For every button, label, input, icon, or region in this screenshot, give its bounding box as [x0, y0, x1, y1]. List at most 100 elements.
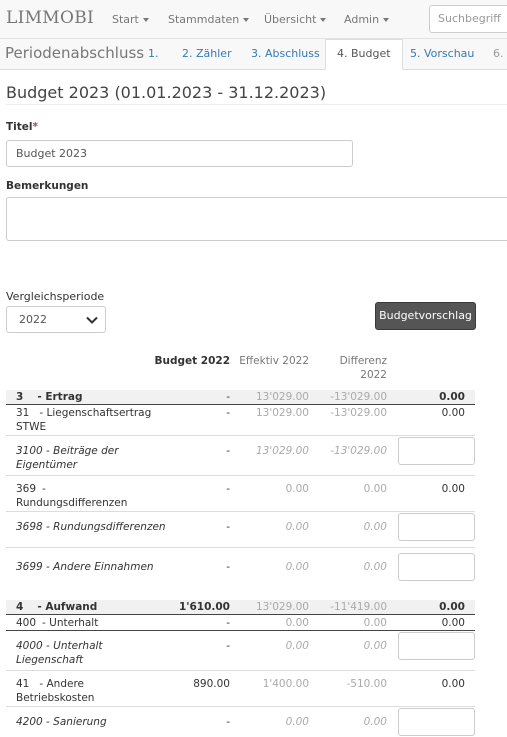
- cell-effektiv: 0.00: [285, 521, 309, 533]
- account-name: - Aufwand: [37, 601, 98, 613]
- cell-budget: 890.00: [193, 678, 230, 690]
- cell-differenz: 0.00: [363, 716, 387, 728]
- cell-budget: -: [226, 561, 230, 573]
- brand-logo[interactable]: LIMMOBI: [6, 8, 94, 28]
- cell-differenz: 0.00: [363, 561, 387, 573]
- row-divider: [6, 511, 475, 512]
- tab-step-4-budget[interactable]: 4. Budget: [325, 39, 403, 70]
- cell-budget-2023: 0.00: [441, 483, 465, 495]
- titel-label-text: Titel: [6, 121, 33, 133]
- row-divider: [6, 547, 475, 548]
- cell-budget-2023: 0.00: [441, 678, 465, 690]
- cell-budget-2023: 0.00: [439, 391, 465, 403]
- tab-step-2-zaehler[interactable]: 2. Zähler: [182, 47, 232, 60]
- account-number: 41: [16, 678, 30, 690]
- cell-budget: -: [226, 521, 230, 533]
- wizard-title: Periodenabschluss: [5, 44, 145, 62]
- header-differenz: Differenz 2022: [310, 354, 387, 382]
- nav-menu-admin-label: Admin: [344, 13, 380, 26]
- caret-down-icon: [320, 18, 327, 22]
- cell-effektiv: 0.00: [285, 617, 309, 629]
- nav-menu-start[interactable]: Start: [112, 13, 149, 26]
- cell-budget: -: [226, 445, 230, 457]
- table-row-name: 4 - Aufwand: [16, 600, 156, 614]
- account-number: 3: [16, 391, 24, 403]
- account-name: - Ertrag: [37, 391, 83, 403]
- cell-differenz: -13'029.00: [330, 391, 387, 403]
- table-row-name: 369- Rundungsdifferenzen: [16, 482, 156, 510]
- account-name: 4000 - Unterhalt: [16, 640, 103, 652]
- tab-step-5-vorschau[interactable]: 5. Vorschau: [410, 47, 474, 60]
- budget-input[interactable]: [398, 708, 475, 736]
- cell-effektiv: 0.00: [285, 561, 309, 573]
- header-budget: Budget 2022: [154, 355, 230, 367]
- account-name: - Unterhalt: [42, 617, 99, 629]
- cell-effektiv: 0.00: [285, 716, 309, 728]
- account-name-line2: Betriebskosten: [16, 692, 95, 704]
- cell-effektiv: 0.00: [285, 640, 309, 652]
- bemerkungen-textarea[interactable]: [6, 197, 507, 241]
- nav-menu-uebersicht[interactable]: Übersicht: [264, 13, 327, 26]
- cell-budget-2023: 0.00: [441, 407, 465, 419]
- cell-effektiv: 0.00: [285, 483, 309, 495]
- row-divider: [6, 630, 475, 631]
- account-number: 369: [16, 483, 37, 495]
- budget-input[interactable]: [398, 437, 475, 465]
- cell-differenz: 0.00: [363, 640, 387, 652]
- account-number: 400: [16, 617, 37, 629]
- budgetvorschlag-button[interactable]: Budgetvorschlag: [375, 302, 476, 330]
- account-name-line2: Rundungsdifferenzen: [16, 497, 128, 509]
- budget-input[interactable]: [398, 553, 475, 581]
- cell-budget: -: [226, 483, 230, 495]
- nav-menu-admin[interactable]: Admin: [344, 13, 390, 26]
- cell-effektiv: 13'029.00: [256, 407, 309, 419]
- tab-step-3-abschluss[interactable]: 3. Abschluss: [251, 47, 320, 60]
- account-name: 3100 - Beiträge der: [16, 445, 119, 457]
- group-row-divider: [6, 404, 475, 405]
- caret-down-icon: [142, 18, 149, 22]
- header-differenz-line1: Differenz: [339, 355, 387, 367]
- cell-budget: 1'610.00: [178, 601, 230, 613]
- header-differenz-line2: 2022: [360, 369, 387, 381]
- group-row-divider: [6, 614, 475, 615]
- page-title: Budget 2023 (01.01.2023 - 31.12.2023): [6, 83, 327, 102]
- title-divider: [6, 104, 507, 105]
- vergleichsperiode-value: 2022: [19, 313, 47, 326]
- search-input[interactable]: Suchbegriff: [429, 5, 507, 33]
- cell-effektiv: 13'029.00: [256, 445, 309, 457]
- wizard-tabbar: Periodenabschluss 1. 2. Zähler 3. Abschl…: [0, 39, 507, 70]
- cell-budget: -: [226, 391, 230, 403]
- caret-down-icon: [383, 18, 390, 22]
- account-number: 4: [16, 601, 24, 613]
- account-name: - Liegenschaftsertrag: [39, 407, 152, 419]
- cell-differenz: 0.00: [363, 617, 387, 629]
- cell-differenz: 0.00: [363, 483, 387, 495]
- row-divider: [6, 706, 475, 707]
- cell-budget-2023: 0.00: [441, 617, 465, 629]
- top-navbar: LIMMOBI Start Stammdaten Übersicht Admin…: [0, 0, 507, 39]
- cell-budget: -: [226, 407, 230, 419]
- row-divider: [6, 475, 475, 476]
- cell-budget: -: [226, 716, 230, 728]
- table-row-name: 3100 - Beiträge der Eigentümer: [16, 444, 156, 472]
- cell-differenz: -13'029.00: [330, 407, 387, 419]
- vergleichsperiode-select[interactable]: 2022: [6, 306, 106, 333]
- cell-differenz: -11'419.00: [330, 601, 387, 613]
- cell-effektiv: 1'400.00: [262, 678, 309, 690]
- budget-input[interactable]: [398, 632, 475, 660]
- table-row-name: 3 - Ertrag: [16, 390, 156, 404]
- tab-step-1[interactable]: 1.: [148, 47, 159, 60]
- account-number: 31: [16, 407, 30, 419]
- required-mark: *: [32, 121, 39, 133]
- nav-menu-stammdaten[interactable]: Stammdaten: [168, 13, 250, 26]
- cell-budget-2023: 0.00: [439, 601, 465, 613]
- tab-step-6[interactable]: 6.: [493, 47, 504, 60]
- cell-budget: -: [226, 640, 230, 652]
- cell-effektiv: 13'029.00: [256, 391, 309, 403]
- budget-input[interactable]: [398, 513, 475, 541]
- table-row-name: 4000 - Unterhalt Liegenschaft: [16, 639, 156, 667]
- titel-input[interactable]: Budget 2023: [6, 140, 353, 167]
- caret-down-icon: [243, 18, 250, 22]
- row-divider: [6, 435, 475, 436]
- cell-budget: -: [226, 617, 230, 629]
